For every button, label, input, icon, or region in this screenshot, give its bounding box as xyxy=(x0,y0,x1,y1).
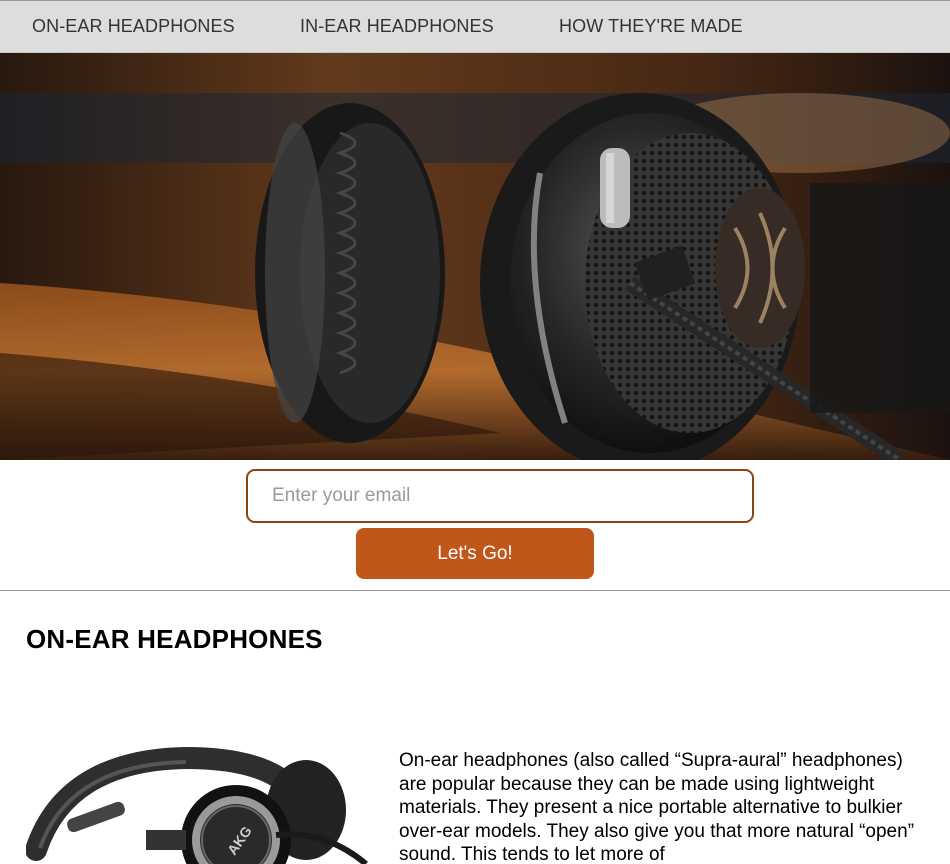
email-input[interactable] xyxy=(246,469,754,523)
nav-link-in-ear[interactable]: IN-EAR HEADPHONES xyxy=(300,16,494,37)
top-nav: ON-EAR HEADPHONES IN-EAR HEADPHONES HOW … xyxy=(0,0,950,53)
hero-image xyxy=(0,53,950,460)
section-title: ON-EAR HEADPHONES xyxy=(26,624,323,654)
product-image: AKG xyxy=(26,740,376,864)
section-divider xyxy=(0,590,950,591)
nav-link-how-made[interactable]: HOW THEY'RE MADE xyxy=(559,16,743,37)
nav-link-on-ear[interactable]: ON-EAR HEADPHONES xyxy=(32,16,235,37)
section-body-text: On-ear headphones (also called “Supra-au… xyxy=(399,750,915,864)
submit-button[interactable]: Let's Go! xyxy=(356,528,594,579)
